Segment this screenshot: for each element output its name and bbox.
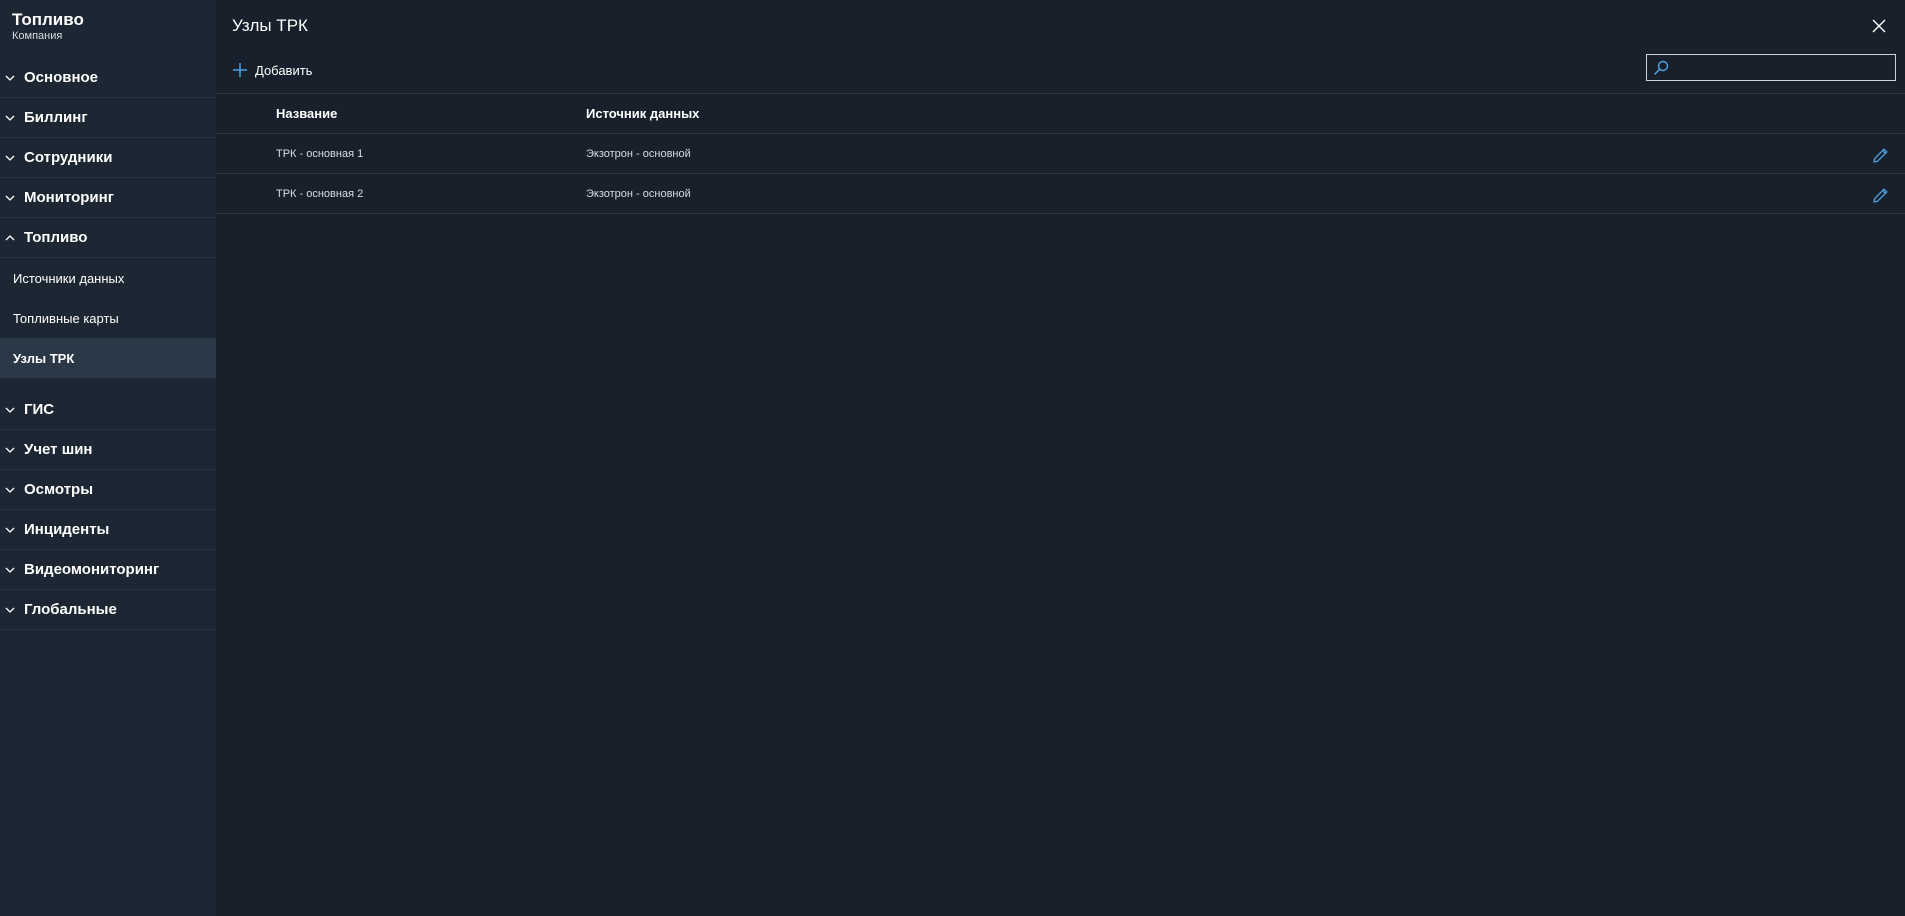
sidebar-group-video[interactable]: Видеомониторинг: [0, 550, 216, 590]
sidebar-item-data-sources[interactable]: Источники данных: [0, 258, 216, 298]
sidebar-group-global[interactable]: Глобальные: [0, 590, 216, 630]
chevron-down-icon: [4, 72, 16, 84]
edit-button[interactable]: [1871, 186, 1889, 204]
sidebar: Топливо Компания Основное Биллинг Сотруд…: [0, 0, 216, 916]
pencil-icon: [1872, 148, 1887, 163]
cell-name: ТРК - основная 1: [276, 147, 364, 160]
main-panel: Узлы ТРК Добавить Название Источник данн…: [216, 0, 1905, 916]
column-header-name[interactable]: Название: [216, 106, 586, 121]
table-header: Название Источник данных: [216, 94, 1905, 134]
table-row[interactable]: ТРК - основная 1 Экзотрон - основной: [216, 134, 1905, 174]
page-title: Узлы ТРК: [232, 16, 308, 35]
chevron-down-icon: [4, 524, 16, 536]
sidebar-item-fuel-cards[interactable]: Топливные карты: [0, 298, 216, 338]
sidebar-group-inspections[interactable]: Осмотры: [0, 470, 216, 510]
chevron-down-icon: [4, 192, 16, 204]
sidebar-group-monitoring[interactable]: Мониторинг: [0, 178, 216, 218]
close-button[interactable]: [1869, 16, 1889, 36]
sidebar-group-label: Топливо: [24, 229, 88, 246]
cell-name: ТРК - основная 2: [276, 187, 364, 200]
sidebar-group-label: Глобальные: [24, 601, 117, 618]
trk-table: Название Источник данных ТРК - основная …: [216, 94, 1905, 214]
sidebar-item-trk-nodes[interactable]: Узлы ТРК: [0, 338, 216, 378]
search-icon: [1653, 60, 1669, 75]
sidebar-group-label: Биллинг: [24, 109, 88, 126]
chevron-down-icon: [4, 484, 16, 496]
cell-source: Экзотрон - основной: [586, 187, 691, 200]
chevron-down-icon: [4, 604, 16, 616]
toolbar: Добавить: [216, 52, 1905, 94]
chevron-down-icon: [4, 404, 16, 416]
search-box[interactable]: [1646, 54, 1896, 81]
sidebar-header: Топливо Компания: [0, 0, 216, 58]
close-icon: [1872, 19, 1886, 33]
sidebar-group-label: ГИС: [24, 401, 55, 418]
sidebar-group-gis[interactable]: ГИС: [0, 390, 216, 430]
pencil-icon: [1872, 188, 1887, 203]
sidebar-group-label: Инциденты: [24, 521, 110, 538]
sidebar-group-fuel[interactable]: Топливо: [0, 218, 216, 258]
table-row[interactable]: ТРК - основная 2 Экзотрон - основной: [216, 174, 1905, 214]
cell-source: Экзотрон - основной: [586, 147, 691, 160]
sidebar-group-tires[interactable]: Учет шин: [0, 430, 216, 470]
add-button-label: Добавить: [255, 62, 313, 78]
column-header-source[interactable]: Источник данных: [586, 106, 1905, 121]
sidebar-group-label: Мониторинг: [24, 189, 114, 206]
sidebar-group-label: Видеомониторинг: [24, 561, 160, 578]
add-button[interactable]: Добавить: [232, 62, 312, 78]
chevron-down-icon: [4, 152, 16, 164]
edit-button[interactable]: [1871, 146, 1889, 164]
plus-icon: [233, 63, 247, 77]
sidebar-group-employees[interactable]: Сотрудники: [0, 138, 216, 178]
sidebar-title: Топливо: [12, 10, 84, 29]
chevron-up-icon: [4, 232, 16, 244]
search-input[interactable]: [1669, 55, 1895, 80]
sidebar-group-billing[interactable]: Биллинг: [0, 98, 216, 138]
sidebar-group-label: Осмотры: [24, 481, 94, 498]
sidebar-group-osnovnoe[interactable]: Основное: [0, 58, 216, 98]
chevron-down-icon: [4, 444, 16, 456]
sidebar-group-label: Учет шин: [24, 441, 93, 458]
chevron-down-icon: [4, 564, 16, 576]
sidebar-subtitle: Компания: [12, 30, 63, 42]
sidebar-group-label: Сотрудники: [24, 149, 113, 166]
chevron-down-icon: [4, 112, 16, 124]
sidebar-group-incidents[interactable]: Инциденты: [0, 510, 216, 550]
app-window: Топливо Компания Основное Биллинг Сотруд…: [0, 0, 1905, 916]
sidebar-group-label: Основное: [24, 69, 99, 86]
